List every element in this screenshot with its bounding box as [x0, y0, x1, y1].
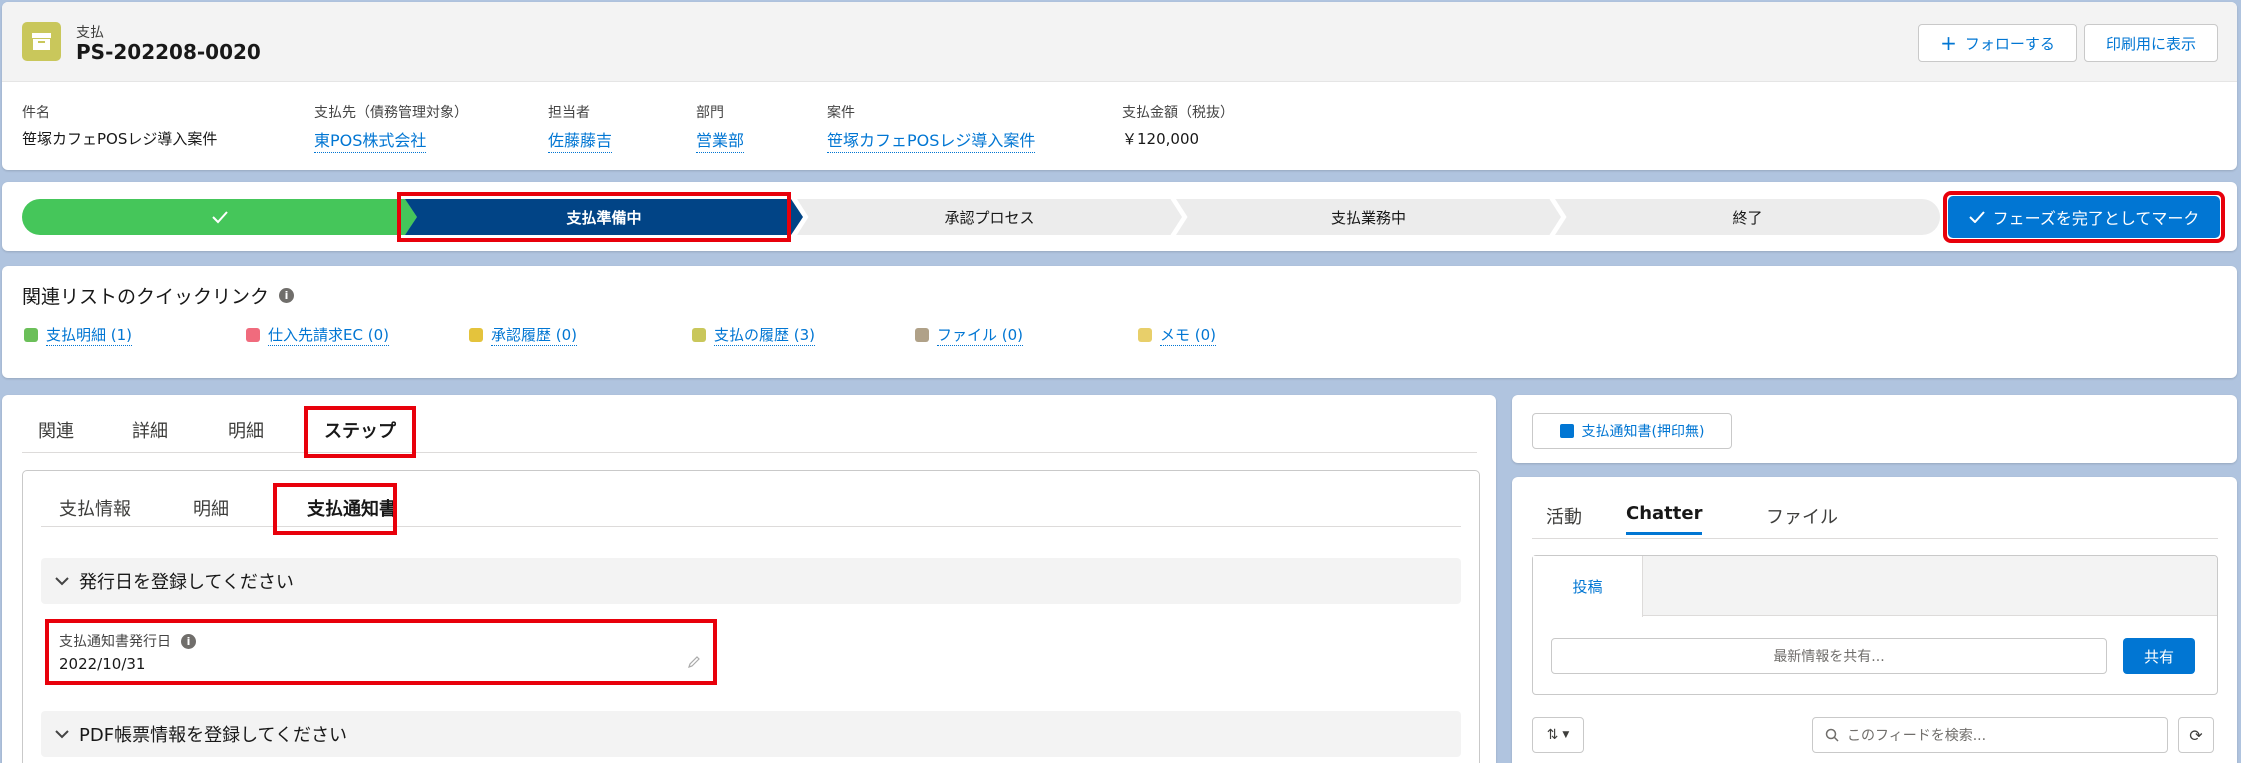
record-name: PS-202208-0020: [76, 40, 261, 64]
subtab-payment-notice[interactable]: 支払通知書: [307, 495, 397, 521]
quick-link-item[interactable]: 仕入先請求EC (0): [246, 324, 389, 346]
activity-feed-card: 活動 Chatter ファイル 投稿 最新情報を共有... 共有 ⇅ ▼ このフィ…: [1512, 477, 2237, 763]
record-tabs: 関連 詳細 明細 ステップ: [22, 413, 1477, 453]
publisher: 投稿 最新情報を共有... 共有: [1532, 555, 2218, 695]
share-button[interactable]: 共有: [2123, 638, 2195, 674]
note-icon: [1138, 328, 1152, 342]
field-department: 部門 営業部: [696, 102, 745, 153]
chevron-down-icon: [55, 730, 69, 739]
chevron-down-icon: ▼: [1562, 730, 1570, 740]
stage-path: 支払準備中 承認プロセス 支払業務中 終了: [22, 199, 1940, 235]
header-top: 支払 PS-202208-0020 + フォローする 印刷用に表示: [2, 2, 2237, 82]
check-icon: [211, 211, 228, 224]
publisher-tab-post[interactable]: 投稿: [1533, 556, 1643, 617]
owner-link[interactable]: 佐藤藤吉: [548, 127, 613, 153]
payee-link[interactable]: 東POS株式会社: [314, 127, 427, 153]
path-stage-end[interactable]: 終了: [1555, 199, 1940, 235]
search-icon: [1825, 728, 1839, 742]
tab-chatter[interactable]: Chatter: [1626, 503, 1703, 535]
quick-link-item[interactable]: メモ (0): [1138, 324, 1217, 346]
field-payee: 支払先（債務管理対象） 東POS株式会社: [314, 102, 468, 153]
field-amount: 支払金額（税抜） ￥120,000: [1122, 105, 1234, 148]
tab-files[interactable]: ファイル: [1766, 503, 1838, 529]
tab-steps[interactable]: ステップ: [324, 417, 396, 443]
feed-tabs: 活動 Chatter ファイル: [1532, 497, 2218, 539]
tab-details[interactable]: 詳細: [132, 417, 168, 443]
share-update-input[interactable]: 最新情報を共有...: [1551, 638, 2107, 674]
sort-icon: ⇅: [1546, 727, 1559, 743]
vendor-invoice-icon: [246, 328, 260, 342]
payment-lines-icon: [24, 328, 38, 342]
approval-history-icon: [469, 328, 483, 342]
quick-link-item[interactable]: 支払の履歴 (3): [692, 324, 816, 346]
step-subtabs: 支払情報 明細 支払通知書: [41, 483, 1461, 527]
path-stage-complete[interactable]: [22, 199, 417, 235]
path-stage-current[interactable]: 支払準備中: [405, 199, 803, 235]
info-icon[interactable]: i: [279, 288, 295, 303]
info-icon[interactable]: i: [181, 633, 196, 649]
follow-button[interactable]: + フォローする: [1918, 24, 2077, 62]
field-subject: 件名 笹塚カフェPOSレジ導入案件: [22, 105, 218, 148]
project-link[interactable]: 笹塚カフェPOSレジ導入案件: [827, 127, 1036, 153]
path-card: 支払準備中 承認プロセス 支払業務中 終了 フェーズを完了としてマーク: [2, 182, 2237, 251]
tab-related[interactable]: 関連: [38, 417, 74, 443]
department-link[interactable]: 営業部: [696, 127, 745, 153]
object-type-label: 支払: [76, 25, 104, 41]
edit-pencil-icon[interactable]: [687, 655, 701, 669]
path-stage-approval[interactable]: 承認プロセス: [797, 199, 1182, 235]
action-card: 支払通知書(押印無): [1512, 395, 2237, 463]
payment-object-icon: [22, 22, 61, 61]
subtab-lines[interactable]: 明細: [193, 495, 229, 521]
quick-link-item[interactable]: 支払明細 (1): [24, 324, 133, 346]
issue-date-field: 支払通知書発行日 i 2022/10/31: [49, 621, 715, 677]
refresh-icon[interactable]: ⟳: [2178, 717, 2214, 753]
tab-lines[interactable]: 明細: [228, 417, 264, 443]
section-issue-date[interactable]: 発行日を登録してください: [41, 558, 1461, 604]
record-header: 支払 PS-202208-0020 + フォローする 印刷用に表示 件名 笹塚カ…: [2, 2, 2237, 170]
mark-stage-complete-button[interactable]: フェーズを完了としてマーク: [1948, 196, 2220, 238]
feed-search-input[interactable]: このフィードを検索...: [1812, 717, 2168, 753]
payment-notice-button[interactable]: 支払通知書(押印無): [1532, 413, 1732, 449]
payment-history-icon: [692, 328, 706, 342]
related-quick-links: 関連リストのクイックリンク i 支払明細 (1) 仕入先請求EC (0) 承認履…: [2, 266, 2237, 378]
quick-links-title: 関連リストのクイックリンク i: [22, 282, 295, 309]
main-content: 関連 詳細 明細 ステップ 支払情報 明細 支払通知書 発行日を登録してください…: [2, 395, 1496, 763]
path-stage-work[interactable]: 支払業務中: [1176, 199, 1561, 235]
chevron-down-icon: [55, 577, 69, 586]
printable-view-button[interactable]: 印刷用に表示: [2084, 24, 2218, 62]
sort-feed-button[interactable]: ⇅ ▼: [1532, 717, 1584, 753]
tab-activity[interactable]: 活動: [1546, 503, 1582, 529]
section-pdf-info[interactable]: PDF帳票情報を登録してください: [41, 711, 1461, 757]
quick-link-item[interactable]: ファイル (0): [915, 324, 1024, 346]
subtab-payment-info[interactable]: 支払情報: [59, 495, 131, 521]
check-icon: [1968, 211, 1985, 223]
field-owner: 担当者 佐藤藤吉: [548, 102, 613, 153]
field-project: 案件 笹塚カフェPOSレジ導入案件: [827, 102, 1036, 153]
plus-icon: +: [1940, 31, 1957, 55]
file-icon: [915, 328, 929, 342]
quick-link-item[interactable]: 承認履歴 (0): [469, 324, 578, 346]
document-icon: [1559, 424, 1574, 438]
steps-panel: 支払情報 明細 支払通知書 発行日を登録してください 支払通知書発行日 i 20…: [22, 470, 1480, 763]
